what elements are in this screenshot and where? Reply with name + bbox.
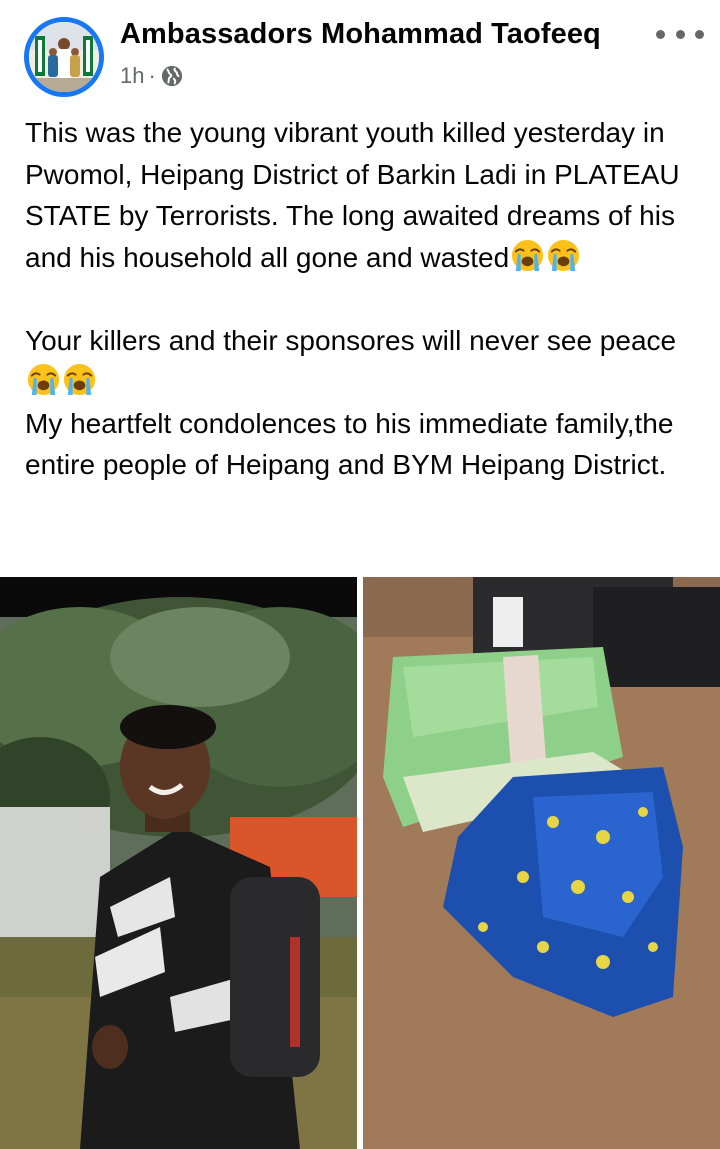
loudly-crying-face-emoji — [63, 363, 96, 396]
photo-grid — [0, 577, 720, 1149]
paragraph-text: My heartfelt condolences to his immediat… — [25, 407, 674, 481]
meta-separator: · — [148, 63, 156, 88]
covered-body-image — [363, 577, 720, 1149]
more-options-icon — [656, 29, 665, 39]
photo-portrait[interactable] — [0, 577, 357, 1149]
post-meta: 1h · — [120, 62, 183, 90]
avatar-image — [29, 22, 99, 92]
photo-covered-body[interactable] — [363, 577, 720, 1149]
paragraph-text: Your killers and their sponsores will ne… — [25, 324, 677, 356]
post-paragraph-1: This was the young vibrant youth killed … — [25, 112, 705, 278]
loudly-crying-face-emoji — [512, 239, 544, 271]
post-body: This was the young vibrant youth killed … — [25, 112, 705, 486]
loudly-crying-face-emoji — [27, 363, 60, 396]
author-name[interactable]: Ambassadors Mohammad Taofeeq — [120, 18, 601, 51]
more-options-button[interactable] — [656, 22, 704, 46]
paragraph-text: This was the young vibrant youth killed … — [25, 117, 680, 273]
post-timestamp[interactable]: 1h — [120, 63, 144, 89]
globe-icon[interactable] — [161, 65, 183, 87]
loudly-crying-face-emoji — [548, 239, 580, 271]
more-options-icon-dot — [695, 29, 704, 39]
author-avatar[interactable] — [24, 17, 104, 97]
post-header: Ambassadors Mohammad Taofeeq 1h · — [0, 0, 720, 104]
post-paragraph-2: Your killers and their sponsores will ne… — [25, 320, 705, 403]
post-paragraph-3: My heartfelt condolences to his immediat… — [25, 403, 705, 486]
more-options-icon-dot — [675, 29, 685, 39]
portrait-image — [0, 577, 357, 1149]
